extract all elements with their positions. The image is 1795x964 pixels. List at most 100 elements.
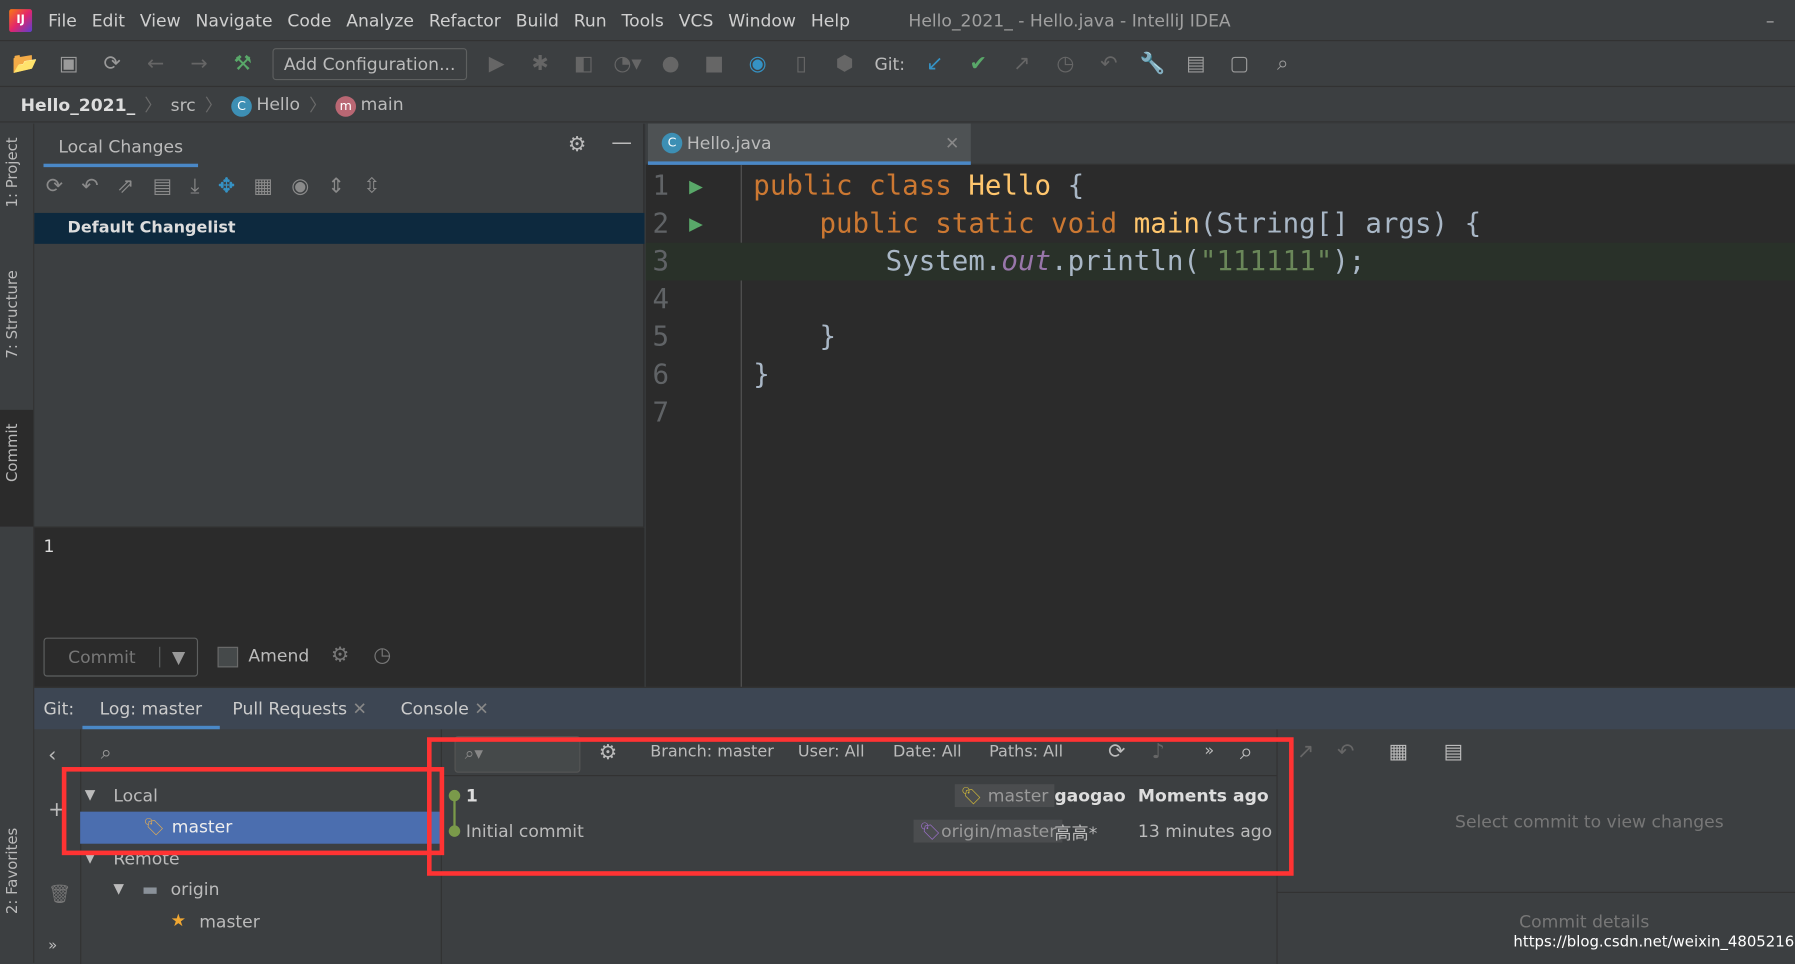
revert-icon[interactable]: ↶: [1337, 740, 1354, 764]
project-structure-icon[interactable]: ▤: [1182, 52, 1209, 76]
main-toolbar: 📂 ▣ ⟳ ← → ⚒ Add Configuration... ▶ ✱ ◧ ◔…: [0, 41, 1795, 88]
menu-edit[interactable]: Edit: [92, 10, 125, 31]
eye-icon[interactable]: ◉: [291, 174, 309, 198]
back-icon[interactable]: ←: [142, 52, 169, 76]
rollback-icon[interactable]: ↶: [81, 174, 98, 198]
more-icon[interactable]: »: [48, 938, 57, 955]
chevron-down-icon[interactable]: ▼: [159, 646, 197, 668]
package-icon[interactable]: ⬢: [831, 52, 858, 76]
menu-code[interactable]: Code: [287, 10, 331, 31]
run-gutter-icon[interactable]: ▶: [689, 205, 703, 243]
branch-origin-master[interactable]: master: [199, 911, 260, 932]
record-icon[interactable]: ●: [657, 52, 684, 76]
terminal-icon[interactable]: ▢: [1226, 52, 1253, 76]
menu-vcs[interactable]: VCS: [679, 10, 714, 31]
diff-icon[interactable]: ▤: [153, 174, 172, 198]
code-editor[interactable]: 1 ▶ public class Hello { 2 ▶ public static …: [645, 123, 1795, 687]
device-icon[interactable]: ▯: [787, 52, 814, 76]
changes-toolbar: ⟳ ↶ ⇗ ▤ ⤓ ✥ ▦ ◉ ⇕ ⇳: [46, 174, 381, 198]
tab-pull-requests[interactable]: Pull Requests ✕: [232, 688, 367, 729]
class-icon: C: [231, 95, 252, 117]
debug-icon[interactable]: ✱: [526, 52, 553, 76]
menu-view[interactable]: View: [140, 10, 181, 31]
download-icon[interactable]: ⤓: [190, 174, 199, 198]
expand-all-icon[interactable]: ⇕: [328, 174, 345, 198]
branch-group-origin[interactable]: origin: [171, 879, 220, 900]
collapse-all-icon[interactable]: ⇳: [363, 174, 380, 198]
delete-icon[interactable]: 🗑: [48, 883, 71, 905]
close-icon[interactable]: ✕: [945, 132, 959, 153]
coverage-icon[interactable]: ◧: [570, 52, 597, 76]
sync-icon[interactable]: ⟳: [98, 52, 125, 76]
expand-arrow-icon[interactable]: ▼: [113, 880, 124, 896]
settings-wrench-icon[interactable]: 🔧: [1139, 52, 1166, 76]
push-icon[interactable]: ↗: [1297, 740, 1314, 764]
menu-navigate[interactable]: Navigate: [196, 10, 273, 31]
project-tool-tab[interactable]: 1: Project: [5, 137, 22, 207]
default-changelist[interactable]: Default Changelist: [34, 212, 645, 244]
layout-icon[interactable]: ▤: [1444, 740, 1463, 764]
back-arrow-icon[interactable]: ‹: [48, 743, 56, 767]
tab-hello-java[interactable]: C Hello.java ✕: [647, 123, 971, 165]
close-icon: ✕: [474, 698, 489, 719]
structure-tool-tab[interactable]: 7: Structure: [5, 270, 22, 358]
menu-analyze[interactable]: Analyze: [346, 10, 414, 31]
minimize-button[interactable]: –: [1766, 10, 1775, 31]
highlight-commit-log: [427, 737, 1294, 876]
tab-log-master[interactable]: Log: master: [82, 688, 220, 730]
favorites-tool-tab[interactable]: 2: Favorites: [5, 828, 22, 914]
commit-button[interactable]: Commit ▼: [43, 637, 199, 677]
refresh-icon[interactable]: ⟳: [46, 174, 63, 198]
move-icon[interactable]: ✥: [218, 174, 235, 198]
profile-icon[interactable]: ◔▾: [613, 52, 641, 76]
commit-options-gear-icon[interactable]: ⚙: [331, 643, 349, 667]
menu-build[interactable]: Build: [516, 10, 559, 31]
rollback-icon[interactable]: ↶: [1095, 52, 1122, 76]
run-icon[interactable]: ▶: [483, 52, 510, 76]
commit-tool-tab[interactable]: Commit: [5, 424, 22, 482]
clock-icon[interactable]: ◷: [373, 643, 391, 667]
breadcrumb-method[interactable]: m main: [335, 93, 404, 117]
branch-search-icon[interactable]: ⌕: [101, 742, 112, 765]
git-commit-icon[interactable]: ✔: [965, 52, 992, 76]
git-label: Git:: [874, 53, 906, 74]
build-hammer-icon[interactable]: ⚒: [229, 52, 256, 76]
run-gutter-icon[interactable]: ▶: [689, 167, 703, 205]
add-configuration-button[interactable]: Add Configuration...: [272, 47, 467, 80]
menu-window[interactable]: Window: [728, 10, 796, 31]
open-folder-icon[interactable]: 📂: [11, 52, 38, 76]
method-icon: m: [335, 95, 357, 117]
amend-checkbox[interactable]: [217, 646, 239, 668]
menu-refactor[interactable]: Refactor: [429, 10, 501, 31]
group-icon[interactable]: ▦: [253, 174, 272, 198]
star-icon: ★: [170, 910, 186, 931]
commit-message-input[interactable]: 1: [44, 536, 55, 557]
group-icon[interactable]: ▦: [1389, 740, 1408, 764]
hide-icon[interactable]: —: [611, 131, 632, 155]
stop-icon[interactable]: ■: [700, 52, 727, 76]
menu-tools[interactable]: Tools: [622, 10, 664, 31]
forward-icon[interactable]: →: [185, 52, 212, 76]
save-icon[interactable]: ▣: [55, 52, 82, 76]
watermark: https://blog.csdn.net/weixin_48052161: [1513, 934, 1795, 952]
history-icon[interactable]: ◷: [1052, 52, 1079, 76]
breadcrumb-class[interactable]: C Hello: [231, 93, 300, 117]
git-label: Git:: [43, 698, 75, 719]
shelve-icon[interactable]: ⇗: [117, 174, 134, 198]
class-icon: C: [661, 132, 683, 153]
breadcrumb-project[interactable]: Hello_2021_: [21, 94, 136, 115]
gear-icon[interactable]: ⚙: [568, 133, 586, 157]
git-update-icon[interactable]: ↙: [921, 52, 948, 76]
git-push-icon[interactable]: ↗: [1008, 52, 1035, 76]
breadcrumb-src[interactable]: src: [171, 94, 196, 115]
commit-details-label: Commit details: [1519, 911, 1650, 932]
search-icon[interactable]: ⌕: [1269, 52, 1296, 76]
menu-file[interactable]: File: [48, 10, 77, 31]
menu-help[interactable]: Help: [811, 10, 850, 31]
menu-bar: IJ File Edit View Navigate Code Analyze …: [0, 0, 1795, 42]
highlight-local-branch: [61, 767, 445, 856]
tab-console[interactable]: Console ✕: [401, 688, 489, 729]
menu-run[interactable]: Run: [574, 10, 607, 31]
tab-local-changes[interactable]: Local Changes: [43, 131, 198, 168]
update-icon[interactable]: ◉: [744, 52, 771, 76]
